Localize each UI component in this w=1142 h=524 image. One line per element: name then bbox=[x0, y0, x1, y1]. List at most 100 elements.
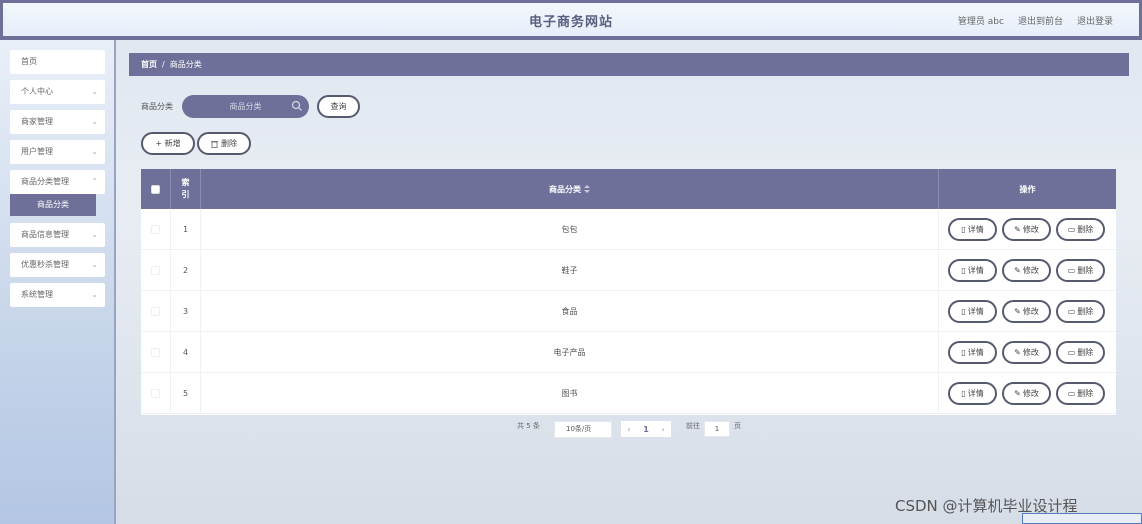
row-index: 5 bbox=[171, 373, 201, 414]
search-icon bbox=[291, 100, 302, 111]
chevron-down-icon: ⌄ bbox=[91, 260, 98, 269]
current-page[interactable]: 1 bbox=[643, 425, 649, 434]
delete-button[interactable]: ▭ 删除 bbox=[1056, 300, 1105, 323]
add-button[interactable]: + 新增 bbox=[141, 132, 195, 155]
detail-label: 详情 bbox=[967, 348, 984, 357]
pagination-nav: ‹ 1 › bbox=[621, 421, 671, 437]
sidebar-item-label: 个人中心 bbox=[21, 87, 53, 96]
delete-button[interactable]: ▭ 删除 bbox=[1056, 259, 1105, 282]
sort-icon[interactable] bbox=[584, 185, 590, 193]
trash-icon: ▭ bbox=[1067, 225, 1076, 234]
sidebar-item-label: 商品信息管理 bbox=[21, 230, 69, 239]
category-table: 索引 商品分类 操作 1 包包 ▯ 详情 ✎ 修改 ▭ 删除 2 鞋子 ▯ 详情… bbox=[141, 169, 1116, 415]
edit-label: 修改 bbox=[1022, 389, 1039, 398]
goto-page-input[interactable]: 1 bbox=[704, 421, 730, 437]
header-index: 索引 bbox=[171, 169, 201, 209]
edit-label: 修改 bbox=[1022, 348, 1039, 357]
document-icon: ▯ bbox=[961, 225, 966, 234]
table-header: 索引 商品分类 操作 bbox=[141, 169, 1116, 209]
sidebar-item-users[interactable]: 用户管理 ⌄ bbox=[10, 140, 105, 164]
edit-button[interactable]: ✎ 修改 bbox=[1002, 218, 1051, 241]
pencil-icon: ✎ bbox=[1014, 389, 1021, 398]
row-index: 3 bbox=[171, 291, 201, 332]
table-row: 5 图书 ▯ 详情 ✎ 修改 ▭ 删除 bbox=[141, 373, 1116, 414]
document-icon: ▯ bbox=[961, 389, 966, 398]
next-page-icon[interactable]: › bbox=[661, 425, 664, 434]
row-select-cell bbox=[141, 332, 171, 373]
detail-button[interactable]: ▯ 详情 bbox=[948, 218, 997, 241]
row-checkbox[interactable] bbox=[151, 348, 160, 357]
detail-label: 详情 bbox=[967, 225, 984, 234]
edit-button[interactable]: ✎ 修改 bbox=[1002, 341, 1051, 364]
trash-icon bbox=[211, 140, 218, 148]
breadcrumb: 首页 / 商品分类 bbox=[129, 53, 1129, 76]
delete-button[interactable]: ▭ 删除 bbox=[1056, 341, 1105, 364]
sidebar-item-merchant[interactable]: 商家管理 ⌄ bbox=[10, 110, 105, 134]
row-operations: ▯ 详情 ✎ 修改 ▭ 删除 bbox=[939, 250, 1116, 291]
row-checkbox[interactable] bbox=[151, 266, 160, 275]
sidebar-item-system[interactable]: 系统管理 ⌄ bbox=[10, 283, 105, 307]
sidebar-item-label: 商家管理 bbox=[21, 117, 53, 126]
trash-icon: ▭ bbox=[1067, 266, 1076, 275]
sidebar-item-category-manage[interactable]: 商品分类管理 ⌃ bbox=[10, 170, 105, 194]
breadcrumb-home[interactable]: 首页 bbox=[141, 60, 157, 69]
admin-label: 管理员 abc bbox=[957, 17, 1004, 27]
prev-page-icon[interactable]: ‹ bbox=[627, 425, 630, 434]
query-button[interactable]: 查询 bbox=[317, 95, 360, 118]
delete-label: 删除 bbox=[1077, 307, 1094, 316]
detail-button[interactable]: ▯ 详情 bbox=[948, 259, 997, 282]
detail-button[interactable]: ▯ 详情 bbox=[948, 382, 997, 405]
document-icon: ▯ bbox=[961, 348, 966, 357]
trash-icon: ▭ bbox=[1067, 348, 1076, 357]
search-label: 商品分类 bbox=[141, 102, 173, 111]
edit-button[interactable]: ✎ 修改 bbox=[1002, 382, 1051, 405]
logout-link[interactable]: 退出登录 bbox=[1077, 14, 1113, 27]
batch-delete-button[interactable]: 删除 bbox=[197, 132, 251, 155]
sidebar-item-flash-sale[interactable]: 优惠秒杀管理 ⌄ bbox=[10, 253, 105, 277]
sidebar-item-home[interactable]: 首页 bbox=[10, 50, 105, 74]
row-index: 4 bbox=[171, 332, 201, 373]
back-to-frontend-link[interactable]: 退出到前台 bbox=[1018, 14, 1063, 27]
delete-button[interactable]: ▭ 删除 bbox=[1056, 382, 1105, 405]
page-unit-label: 页 bbox=[734, 422, 741, 430]
chevron-up-icon: ⌃ bbox=[91, 177, 98, 186]
select-all-checkbox[interactable] bbox=[151, 184, 160, 194]
pencil-icon: ✎ bbox=[1014, 307, 1021, 316]
edit-label: 修改 bbox=[1022, 266, 1039, 275]
search-input[interactable] bbox=[182, 95, 309, 118]
edit-label: 修改 bbox=[1022, 307, 1039, 316]
row-checkbox[interactable] bbox=[151, 389, 160, 398]
chevron-down-icon: ⌄ bbox=[91, 147, 98, 156]
delete-label: 删除 bbox=[1077, 225, 1094, 234]
chevron-down-icon: ⌄ bbox=[91, 230, 98, 239]
row-checkbox[interactable] bbox=[151, 307, 160, 316]
row-category: 包包 bbox=[201, 209, 939, 250]
row-operations: ▯ 详情 ✎ 修改 ▭ 删除 bbox=[939, 373, 1116, 414]
edit-button[interactable]: ✎ 修改 bbox=[1002, 259, 1051, 282]
page-size-select[interactable]: 10条/页 bbox=[554, 421, 612, 438]
ime-toolbar bbox=[1022, 513, 1142, 524]
row-select-cell bbox=[141, 291, 171, 332]
header-category[interactable]: 商品分类 bbox=[201, 169, 939, 209]
sidebar-item-product-info[interactable]: 商品信息管理 ⌄ bbox=[10, 223, 105, 247]
detail-label: 详情 bbox=[967, 307, 984, 316]
row-index: 2 bbox=[171, 250, 201, 291]
row-operations: ▯ 详情 ✎ 修改 ▭ 删除 bbox=[939, 209, 1116, 250]
detail-button[interactable]: ▯ 详情 bbox=[948, 300, 997, 323]
select-all-cell bbox=[141, 169, 171, 209]
row-select-cell bbox=[141, 250, 171, 291]
delete-button[interactable]: ▭ 删除 bbox=[1056, 218, 1105, 241]
document-icon: ▯ bbox=[961, 307, 966, 316]
page-size-value: 10条/页 bbox=[566, 425, 592, 433]
chevron-down-icon: ⌄ bbox=[91, 290, 98, 299]
sidebar-subitem-category[interactable]: 商品分类 bbox=[10, 194, 96, 216]
row-checkbox[interactable] bbox=[151, 225, 160, 234]
delete-label: 删除 bbox=[1077, 266, 1094, 275]
row-select-cell bbox=[141, 209, 171, 250]
sidebar-item-label: 系统管理 bbox=[21, 290, 53, 299]
detail-button[interactable]: ▯ 详情 bbox=[948, 341, 997, 364]
sidebar-item-label: 商品分类管理 bbox=[21, 177, 69, 186]
edit-button[interactable]: ✎ 修改 bbox=[1002, 300, 1051, 323]
row-select-cell bbox=[141, 373, 171, 414]
sidebar-item-personal-center[interactable]: 个人中心 ⌄ bbox=[10, 80, 105, 104]
